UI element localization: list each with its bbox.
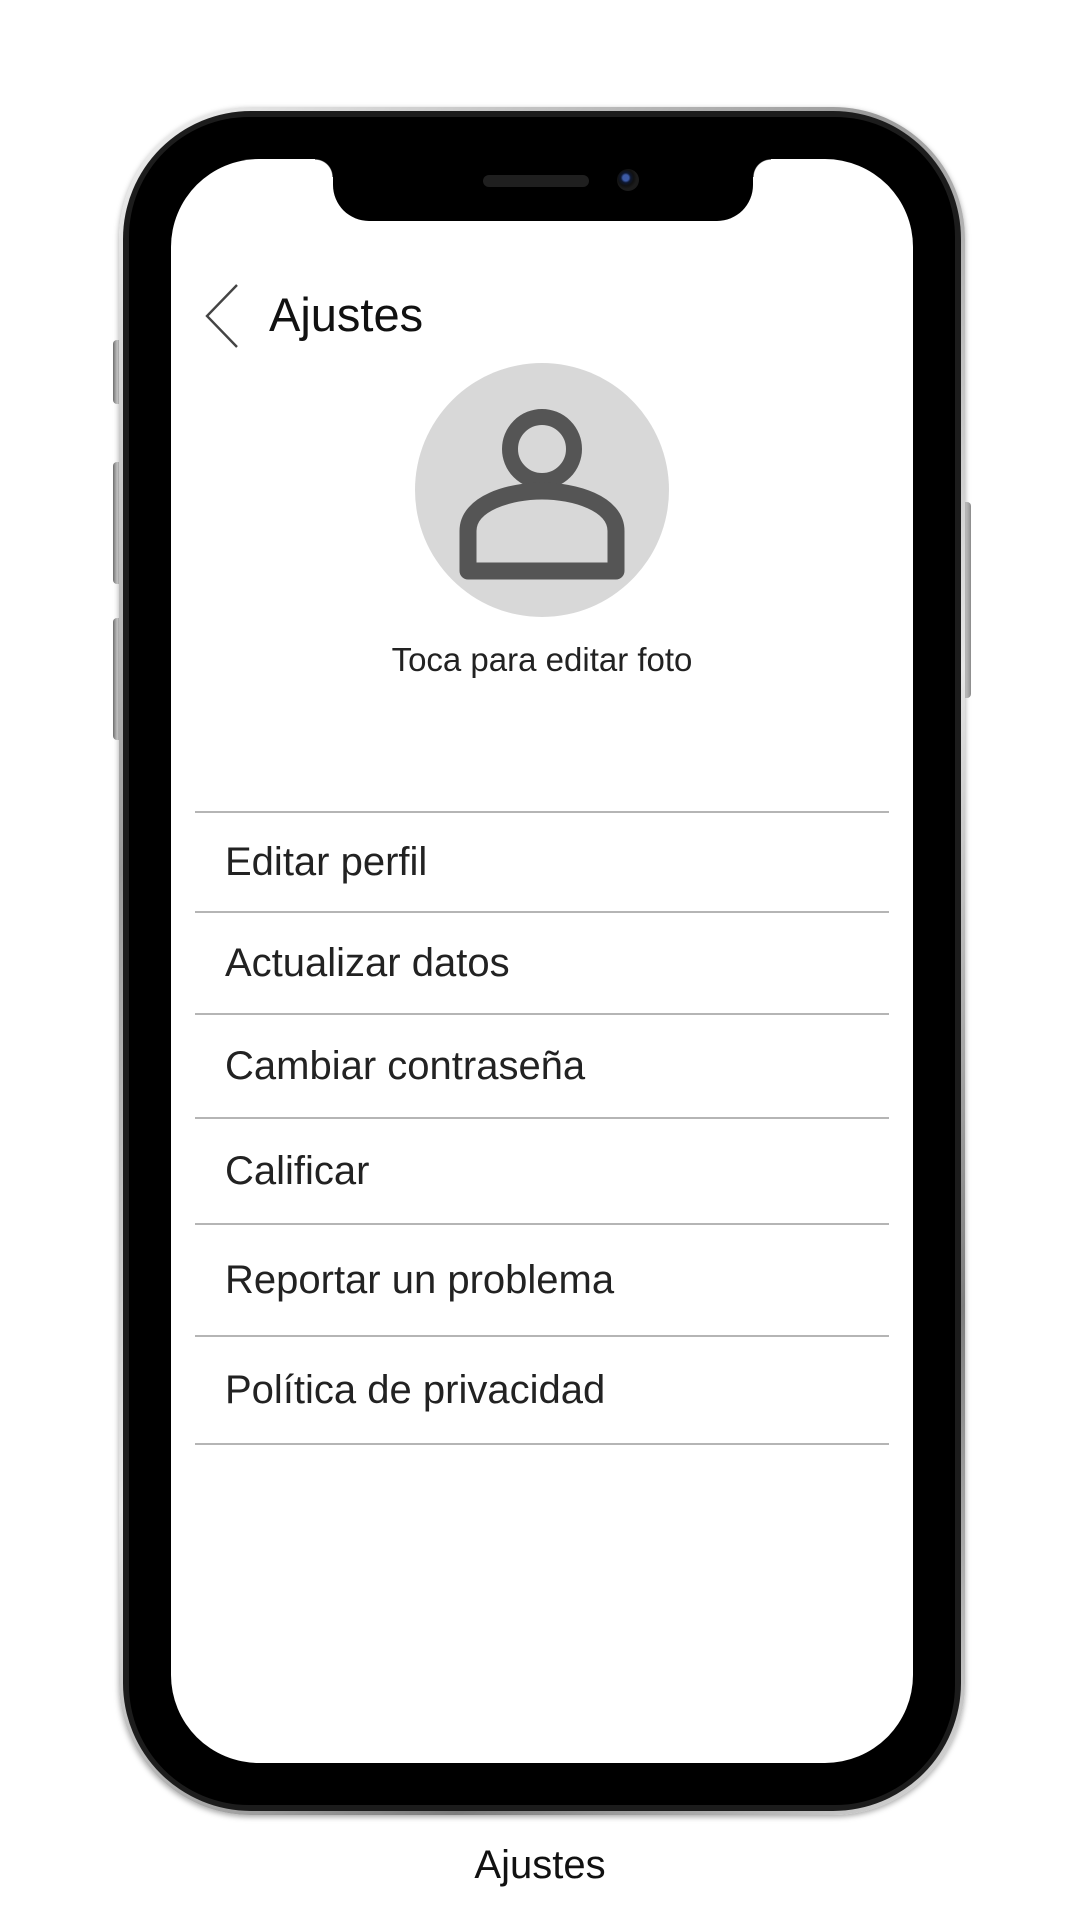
menu-item-report-problem[interactable]: Reportar un problema xyxy=(195,1225,889,1337)
menu-item-label: Cambiar contraseña xyxy=(225,1043,586,1088)
person-icon xyxy=(459,409,625,580)
menu-item-privacy-policy[interactable]: Política de privacidad xyxy=(195,1337,889,1445)
menu-item-change-password[interactable]: Cambiar contraseña xyxy=(195,1015,889,1119)
menu-item-update-data[interactable]: Actualizar datos xyxy=(195,913,889,1015)
menu-item-label: Reportar un problema xyxy=(225,1257,615,1302)
page-title: Ajustes xyxy=(269,288,424,341)
menu-item-edit-profile[interactable]: Editar perfil xyxy=(195,813,889,913)
screen-caption: Ajustes xyxy=(474,1843,606,1887)
menu-item-label: Política de privacidad xyxy=(225,1367,606,1412)
phone-screen: Ajustes Toca para editar foto Editar per… xyxy=(171,159,913,1763)
avatar[interactable] xyxy=(415,363,669,617)
menu-item-label: Editar perfil xyxy=(225,839,428,884)
menu-item-label: Calificar xyxy=(225,1148,370,1193)
speaker-grille xyxy=(483,175,589,187)
chevron-left-icon xyxy=(205,284,238,348)
header: Ajustes xyxy=(171,269,913,359)
front-camera xyxy=(617,169,639,191)
settings-menu: Editar perfil Actualizar datos Cambiar c… xyxy=(195,811,889,1445)
back-button[interactable] xyxy=(203,281,243,351)
menu-item-label: Actualizar datos xyxy=(225,940,510,985)
notch xyxy=(315,159,771,221)
phone-frame: Ajustes Toca para editar foto Editar per… xyxy=(119,107,965,1815)
menu-item-rate[interactable]: Calificar xyxy=(195,1119,889,1225)
edit-photo-label[interactable]: Toca para editar foto xyxy=(171,641,913,679)
